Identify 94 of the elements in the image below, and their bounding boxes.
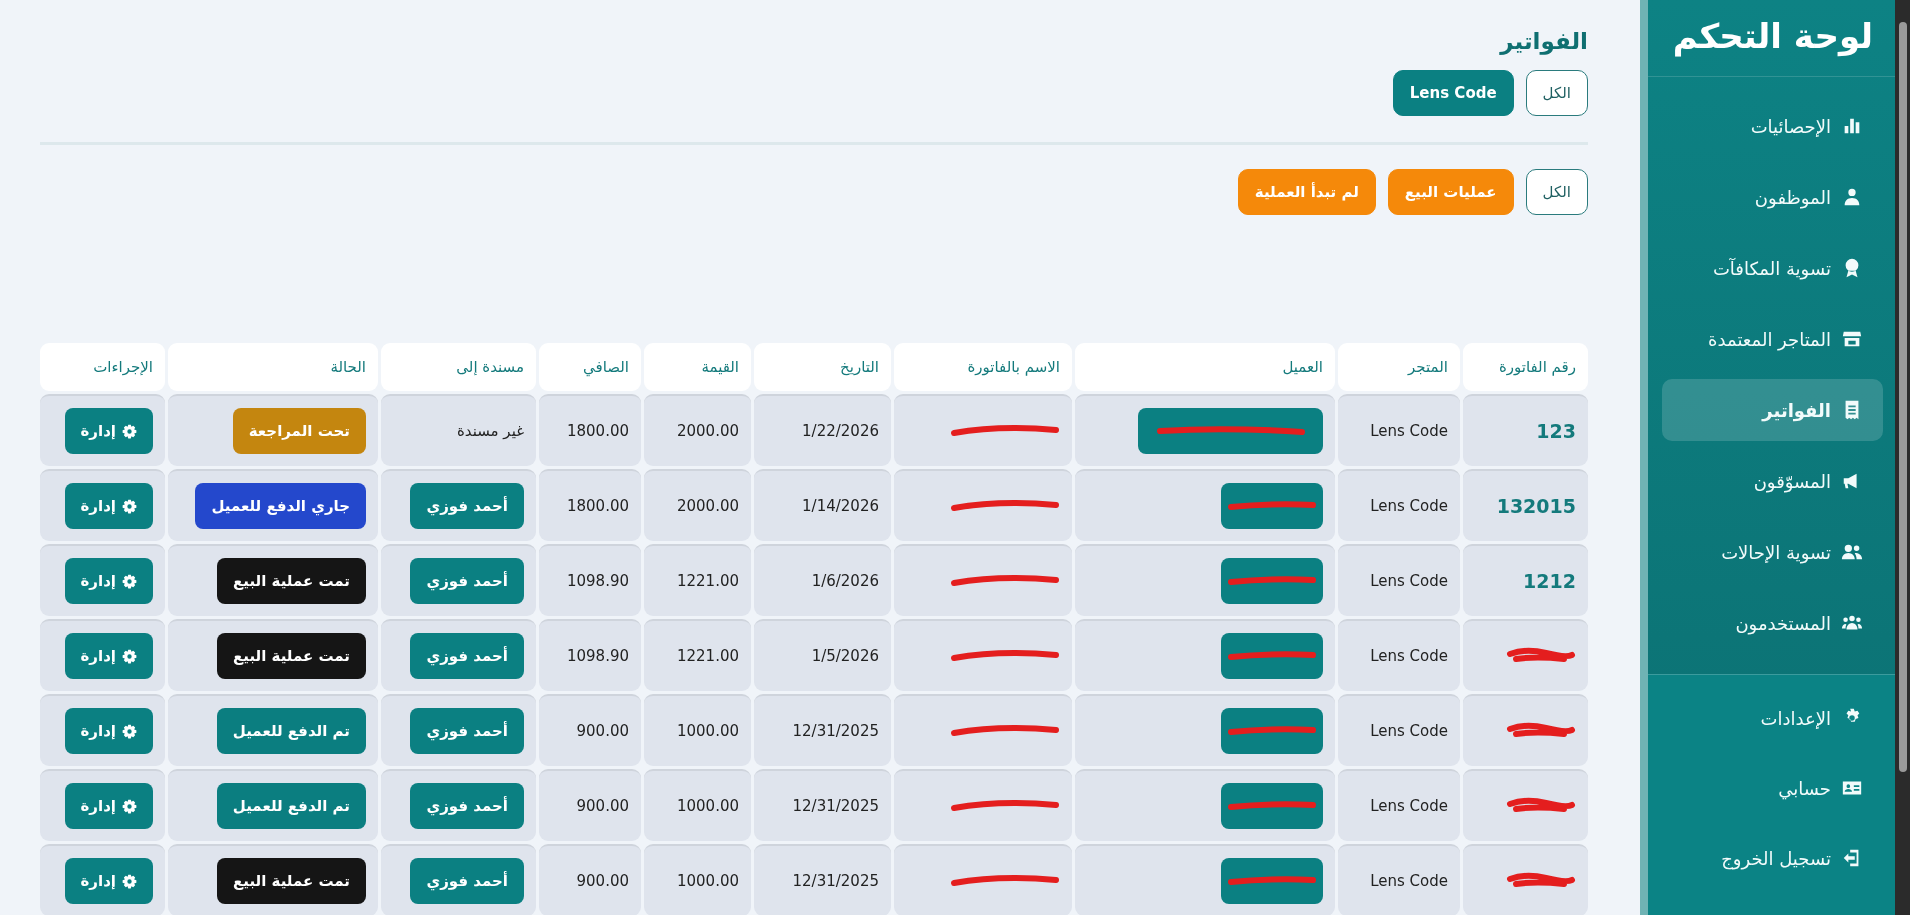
page-title: الفواتير [1498,28,1588,54]
table-cell: 12/31/2025 [754,694,891,766]
store-filter-button[interactable]: Lens Code [1392,70,1514,116]
assignee-button[interactable]: أحمد فوزي [410,858,524,904]
table-cell: Lens Code [1338,469,1460,541]
table-cell: 12/31/2025 [754,844,891,915]
table-cell: 1212 [1463,544,1588,616]
gear-icon [122,498,137,514]
column-header: العميل [1075,343,1335,391]
table-cell: 1800.00 [539,394,641,466]
store-filter-button[interactable]: الكل [1525,70,1588,116]
table-cell: 1221.00 [644,619,751,691]
table-cell: 1000.00 [644,844,751,915]
table-cell: 1/14/2026 [754,469,891,541]
customer-button[interactable] [1138,408,1323,454]
table-cell: 1/22/2026 [754,394,891,466]
sidebar-item[interactable]: الفواتير [1662,379,1883,441]
table-cell: 1/5/2026 [754,619,891,691]
sidebar-item[interactable]: المتاجر المعتمدة [1662,308,1883,370]
table-cell: 1098.90 [539,544,641,616]
customer-button[interactable] [1221,708,1323,754]
table-cell: 900.00 [539,769,641,841]
table-cell: 1098.90 [539,619,641,691]
sidebar-item[interactable]: الإعدادات [1662,687,1883,749]
assignee-button[interactable]: أحمد فوزي [410,483,524,529]
assignee-button[interactable]: أحمد فوزي [410,633,524,679]
column-header: التاريخ [754,343,891,391]
gear-icon [122,798,137,814]
table-cell: 12/31/2025 [754,769,891,841]
manage-button[interactable]: إدارة [64,408,153,454]
assignee-text: غير مسندة [456,422,524,440]
table-cell: 123 [1463,394,1588,466]
status-filter-button[interactable]: الكل [1525,169,1588,215]
sidebar-item[interactable]: حسابي [1662,757,1883,819]
gear-icon [122,648,137,664]
sidebar-item[interactable]: الإحصائيات [1662,95,1883,157]
status-filter-button[interactable]: عمليات البيع [1387,169,1514,215]
table-cell: 1000.00 [644,769,751,841]
gear-icon [122,723,137,739]
table-cell: Lens Code [1338,619,1460,691]
table-cell: 900.00 [539,694,641,766]
column-header: الاسم بالفاتورة [894,343,1072,391]
table-cell: 2000.00 [644,469,751,541]
manage-button[interactable]: إدارة [64,633,153,679]
table-cell: 132015 [1463,469,1588,541]
gear-icon [122,873,137,889]
gear-icon [122,573,137,589]
status-badge: تم الدفع للعميل [216,783,366,829]
table-cell: 900.00 [539,844,641,915]
assignee-button[interactable]: أحمد فوزي [410,783,524,829]
status-filter-button[interactable]: لم تبدأ العملية [1237,169,1376,215]
sidebar-item[interactable]: المسوّقون [1662,450,1883,512]
customer-button[interactable] [1221,858,1323,904]
table-cell: Lens Code [1338,544,1460,616]
manage-button[interactable]: إدارة [64,783,153,829]
table-cell: 2000.00 [644,394,751,466]
table-cell: 1221.00 [644,544,751,616]
column-header: مسندة إلى [381,343,536,391]
sidebar-item[interactable]: الموظفون [1662,166,1883,228]
customer-button[interactable] [1221,558,1323,604]
scrollbar[interactable] [1895,0,1910,915]
manage-button[interactable]: إدارة [64,558,153,604]
column-header: المتجر [1338,343,1460,391]
column-header: الإجراءات [40,343,165,391]
table-cell: 1/6/2026 [754,544,891,616]
customer-button[interactable] [1221,483,1323,529]
table-cell: 1800.00 [539,469,641,541]
sidebar-item[interactable]: تسجيل الخروج [1662,827,1883,889]
column-header: الحالة [168,343,378,391]
status-badge: جاري الدفع للعميل [195,483,366,529]
assignee-button[interactable]: أحمد فوزي [410,708,524,754]
table-cell: Lens Code [1338,394,1460,466]
status-badge: تحت المراجعة [232,408,366,454]
sidebar-item[interactable]: تسوية الإحالات [1662,521,1883,583]
table-cell: Lens Code [1338,844,1460,915]
column-header: رقم الفاتورة [1463,343,1588,391]
customer-button[interactable] [1221,783,1323,829]
status-badge: تمت عملية البيع [217,558,366,604]
manage-button[interactable]: إدارة [64,483,153,529]
status-badge: تمت عملية البيع [217,858,366,904]
gear-icon [122,423,137,439]
sidebar-item[interactable]: تسوية المكافآت [1662,237,1883,299]
manage-button[interactable]: إدارة [64,858,153,904]
status-badge: تمت عملية البيع [217,633,366,679]
assignee-button[interactable]: أحمد فوزي [410,558,524,604]
table-cell: 1000.00 [644,694,751,766]
customer-button[interactable] [1221,633,1323,679]
sidebar-item[interactable]: المستخدمون [1662,592,1883,654]
status-badge: تم الدفع للعميل [216,708,366,754]
table-cell: Lens Code [1338,769,1460,841]
manage-button[interactable]: إدارة [64,708,153,754]
column-header: الصافي [539,343,641,391]
table-cell: Lens Code [1338,694,1460,766]
column-header: القيمة [644,343,751,391]
